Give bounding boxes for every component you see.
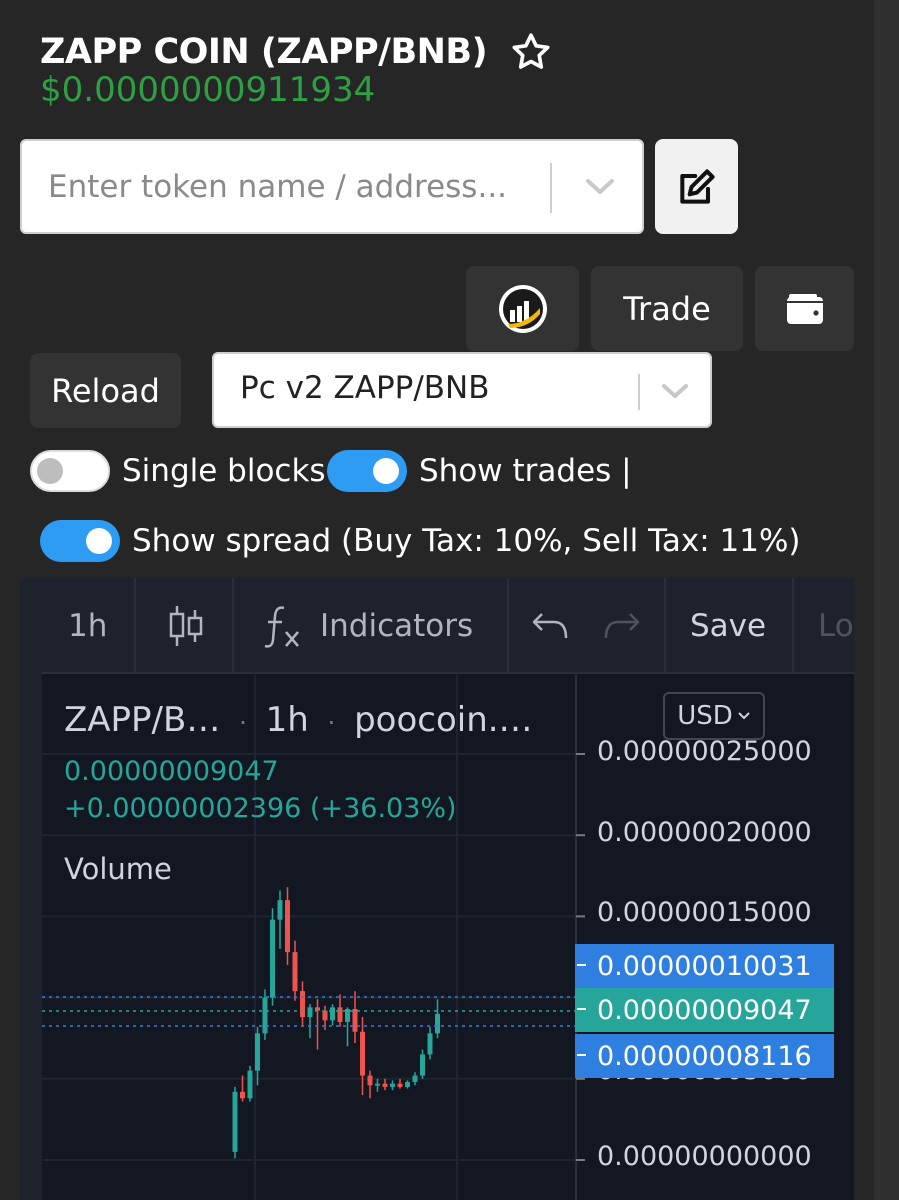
legend-source: poocoin.…	[354, 700, 533, 740]
candle-body	[315, 1007, 320, 1011]
candle-body	[427, 1033, 433, 1055]
star-icon[interactable]	[509, 30, 553, 74]
chevron-down-icon[interactable]	[582, 175, 618, 199]
price-chart[interactable]: 1h Indicators Save Lo ZAPP/B… · 1h · poo…	[20, 578, 854, 1200]
candle-body	[240, 1091, 245, 1099]
legend-volume-label: Volume	[64, 852, 172, 886]
chart-plot-area[interactable]	[20, 578, 854, 1200]
wallet-icon	[786, 293, 823, 324]
last-price-label: 0.00000009047	[597, 994, 812, 1026]
currency-label: USD	[677, 701, 733, 731]
bid-price-label: 0.00000008116	[597, 1040, 812, 1072]
y-axis-tick: 0.00000025000	[597, 736, 812, 767]
candle-body	[292, 952, 298, 992]
currency-select[interactable]: USD	[663, 692, 765, 740]
token-search-input[interactable]	[48, 161, 548, 213]
candle-body	[232, 1091, 238, 1152]
candle-body	[405, 1082, 410, 1087]
edit-button[interactable]	[655, 139, 738, 234]
candles	[232, 887, 440, 1159]
last-price-tag: 0.00000009047	[575, 988, 834, 1032]
candle-body	[322, 1010, 328, 1021]
page-title: ZAPP COIN (ZAPP/BNB)	[40, 32, 488, 72]
trade-button[interactable]: Trade	[591, 266, 743, 351]
candle-body	[412, 1075, 418, 1083]
edit-icon	[679, 168, 715, 204]
candle-body	[277, 900, 283, 920]
candle-body	[390, 1083, 395, 1087]
select-separator	[638, 374, 640, 410]
chevron-down-icon	[738, 712, 750, 720]
legend-dot: ·	[327, 709, 336, 737]
show-spread-toggle[interactable]	[40, 520, 120, 562]
legend-symbol: ZAPP/B…	[64, 700, 221, 740]
ask-price-label: 0.00000010031	[597, 950, 812, 982]
token-search-select[interactable]	[20, 139, 644, 234]
show-trades-toggle-row: Show trades |	[327, 450, 632, 492]
y-axis-tick: 0.00000015000	[597, 897, 812, 928]
token-price: $0.0000000911934	[40, 70, 376, 110]
show-trades-label: Show trades |	[419, 453, 632, 489]
candle-body	[247, 1070, 253, 1099]
candle-body	[262, 997, 268, 1034]
legend-interval: 1h	[265, 700, 309, 740]
show-spread-toggle-row: Show spread (Buy Tax: 10%, Sell Tax: 11%…	[40, 520, 801, 562]
candle-body	[307, 1007, 313, 1018]
candle-body	[285, 900, 290, 953]
candle-body	[270, 919, 275, 998]
pair-select[interactable]: Pc v2 ZAPP/BNB	[212, 352, 712, 428]
ask-price-tag: 0.00000010031	[575, 944, 834, 988]
show-trades-toggle[interactable]	[327, 450, 407, 492]
poocoin-chart-button[interactable]	[466, 266, 579, 351]
y-axis-tick: 0.00000000000	[597, 1141, 812, 1172]
chart-grid	[42, 675, 585, 1200]
title-row: ZAPP COIN (ZAPP/BNB)	[40, 30, 553, 74]
legend-last-price: 0.00000009047	[64, 756, 279, 787]
candle-body	[300, 991, 305, 1018]
bid-price-tag: 0.00000008116	[575, 1034, 834, 1078]
pair-select-value: Pc v2 ZAPP/BNB	[240, 370, 490, 406]
candle-body	[330, 1007, 335, 1021]
legend-symbol-row: ZAPP/B… · 1h · poocoin.…	[64, 700, 533, 740]
legend-change: +0.00000002396 (+36.03%)	[64, 793, 457, 824]
candle-body	[397, 1083, 403, 1087]
poocoin-logo-icon	[498, 284, 547, 333]
candle-body	[435, 1013, 440, 1034]
y-axis-tick: 0.00000020000	[597, 817, 812, 848]
price-lines	[42, 996, 575, 1027]
candle-body	[255, 1033, 260, 1071]
show-spread-label: Show spread (Buy Tax: 10%, Sell Tax: 11%…	[132, 523, 801, 559]
select-separator	[550, 163, 552, 213]
legend-dot: ·	[239, 709, 247, 737]
page-scrollbar[interactable]	[874, 0, 899, 1200]
candle-body	[367, 1075, 373, 1086]
candle-body	[337, 1007, 343, 1022]
candle-body	[420, 1054, 425, 1076]
reload-button[interactable]: Reload	[30, 353, 181, 428]
wallet-button[interactable]	[755, 266, 854, 351]
single-blocks-toggle-row: Single blocks	[30, 450, 326, 492]
single-blocks-toggle[interactable]	[30, 450, 110, 492]
chevron-down-icon[interactable]	[658, 381, 692, 403]
candle-body	[360, 1031, 365, 1076]
candle-body	[375, 1083, 380, 1086]
single-blocks-label: Single blocks	[122, 453, 326, 489]
candle-body	[352, 1008, 358, 1032]
candle-body	[382, 1083, 388, 1087]
